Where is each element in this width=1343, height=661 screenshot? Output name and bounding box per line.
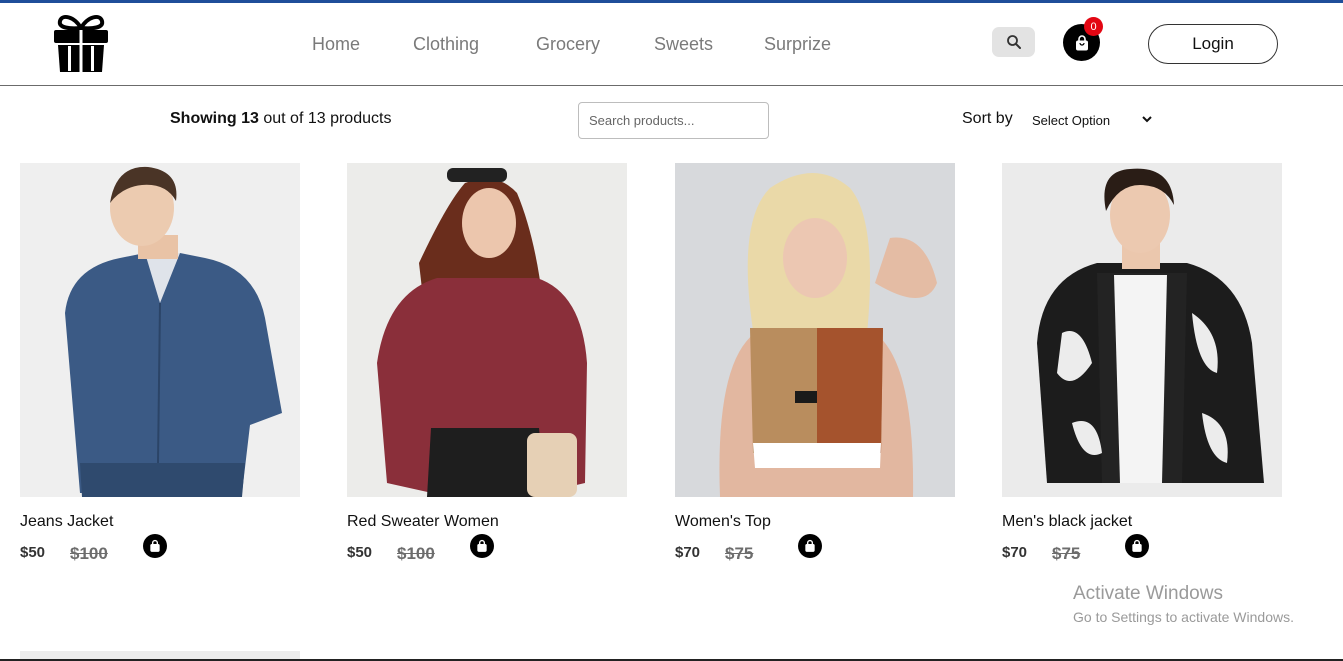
nav-clothing[interactable]: Clothing	[413, 34, 479, 55]
login-button[interactable]: Login	[1148, 24, 1278, 64]
product-name[interactable]: Jeans Jacket	[20, 513, 113, 531]
product-image[interactable]	[20, 163, 300, 497]
shopping-bag-icon	[477, 539, 487, 552]
product-card: Jeans Jacket $50 $100	[20, 163, 300, 563]
showing-label: Showing	[170, 110, 237, 127]
watermark-title: Activate Windows	[1073, 583, 1223, 604]
site-header: Home Clothing Grocery Sweets Surprize 0 …	[0, 3, 1343, 86]
nav-sweets[interactable]: Sweets	[654, 34, 713, 55]
shopping-bag-icon	[805, 539, 815, 552]
showing-total: out of 13 products	[263, 110, 392, 127]
add-to-cart-button[interactable]	[470, 534, 494, 558]
product-name[interactable]: Men's black jacket	[1002, 513, 1132, 531]
nav-home[interactable]: Home	[312, 34, 360, 55]
sort-label: Sort by	[962, 110, 1013, 127]
add-to-cart-button[interactable]	[143, 534, 167, 558]
nav-surprize[interactable]: Surprize	[764, 34, 831, 55]
showing-count: 13	[241, 110, 259, 127]
product-price: $70	[675, 544, 701, 561]
product-count-text: Showing 13 out of 13 products	[170, 110, 391, 128]
product-card: Men's black jacket $70 $75	[1002, 163, 1282, 563]
search-icon	[1006, 35, 1021, 49]
nav-grocery[interactable]: Grocery	[536, 34, 600, 55]
product-image[interactable]	[347, 163, 627, 497]
product-old-price: $100	[70, 544, 108, 563]
product-card: Women's Top $70 $75	[675, 163, 955, 563]
shopping-bag-icon	[1132, 539, 1142, 552]
product-price: $70	[1002, 544, 1028, 561]
product-name[interactable]: Women's Top	[675, 513, 771, 531]
activation-watermark: Activate Windows Go to Settings to activ…	[1073, 583, 1294, 625]
add-to-cart-button[interactable]	[798, 534, 822, 558]
search-products-input[interactable]	[578, 102, 769, 139]
search-button[interactable]	[992, 27, 1035, 57]
watermark-subtitle: Go to Settings to activate Windows.	[1073, 609, 1294, 625]
gift-box-icon[interactable]	[52, 10, 110, 74]
product-old-price: $75	[1052, 544, 1081, 563]
shopping-bag-icon	[150, 539, 160, 552]
product-old-price: $100	[397, 544, 435, 563]
add-to-cart-button[interactable]	[1125, 534, 1149, 558]
product-card: Red Sweater Women $50 $100	[347, 163, 627, 563]
sort-select[interactable]: Select Option	[1026, 109, 1156, 131]
product-name[interactable]: Red Sweater Women	[347, 513, 499, 531]
product-old-price: $75	[725, 544, 754, 563]
product-price: $50	[20, 544, 46, 561]
sort-selected-value: Select Option	[1032, 112, 1111, 128]
cart-count-badge: 0	[1084, 17, 1103, 36]
chevron-down-icon	[1142, 116, 1152, 123]
shopping-bag-icon	[1075, 34, 1088, 50]
product-price: $50	[347, 544, 373, 561]
product-image[interactable]	[1002, 163, 1282, 497]
product-image[interactable]	[675, 163, 955, 497]
